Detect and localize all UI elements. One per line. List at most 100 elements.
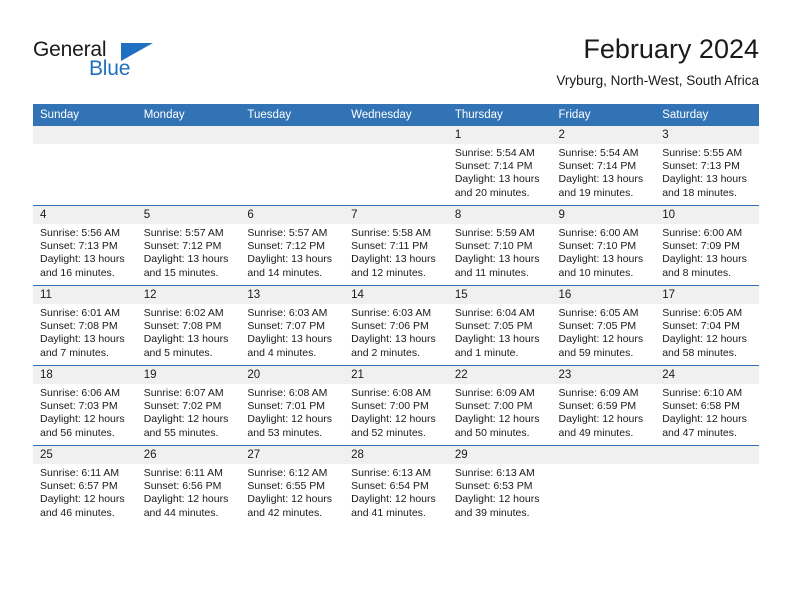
day-details: Sunrise: 5:56 AM Sunset: 7:13 PM Daylight:…: [33, 224, 137, 280]
daylight-duration-line1: Daylight: 12 hours: [558, 413, 644, 426]
day-cell-inner: [551, 446, 656, 525]
calendar-day-cell[interactable]: 9 Sunrise: 6:00 AM Sunset: 7:10 PM Daylight…: [551, 205, 656, 286]
sunset-time: Sunset: 7:01 PM: [247, 400, 326, 413]
calendar-day-cell[interactable]: 15 Sunrise: 6:04 AM Sunset: 7:05 PM Dayligh…: [447, 285, 552, 366]
calendar-day-cell[interactable]: 26 Sunrise: 6:11 AM Sunset: 6:56 PM Dayligh…: [136, 445, 241, 525]
general-blue-logo[interactable]: General Blue: [33, 38, 163, 84]
daylight-duration-line2: and 49 minutes.: [558, 426, 634, 439]
day-cell-inner: 6 Sunrise: 5:57 AM Sunset: 7:12 PM Daylight…: [240, 206, 345, 285]
page-title: February 2024: [583, 34, 759, 64]
calendar-day-cell[interactable]: 23 Sunrise: 6:09 AM Sunset: 6:59 PM Dayligh…: [551, 365, 656, 446]
calendar-day-cell[interactable]: 8 Sunrise: 5:59 AM Sunset: 7:10 PM Daylight…: [447, 205, 552, 286]
day-details: Sunrise: 5:59 AM Sunset: 7:10 PM Daylight:…: [448, 224, 552, 280]
page-header: General Blue February 2024 Vryburg, Nort…: [0, 0, 792, 100]
sunset-time: Sunset: 7:02 PM: [143, 400, 222, 413]
weekday-header-sunday: Sunday: [33, 104, 137, 126]
day-details: Sunrise: 6:11 AM Sunset: 6:56 PM Daylight:…: [137, 464, 241, 520]
calendar-day-cell[interactable]: 1 Sunrise: 5:54 AM Sunset: 7:14 PM Daylight…: [447, 126, 552, 206]
day-number: 4: [33, 206, 137, 224]
calendar-day-cell[interactable]: 3 Sunrise: 5:55 AM Sunset: 7:13 PM Daylight…: [655, 126, 759, 206]
sunrise-time: Sunrise: 5:59 AM: [454, 227, 535, 239]
calendar-day-cell[interactable]: 11 Sunrise: 6:01 AM Sunset: 7:08 PM Dayligh…: [33, 285, 137, 366]
calendar-day-cell[interactable]: 6 Sunrise: 5:57 AM Sunset: 7:12 PM Daylight…: [240, 205, 345, 286]
daylight-duration-line2: and 15 minutes.: [143, 266, 219, 279]
day-details: Sunrise: 6:05 AM Sunset: 7:04 PM Daylight:…: [655, 304, 759, 360]
daylight-duration-line2: and 10 minutes.: [558, 266, 634, 279]
day-number: 22: [447, 366, 552, 384]
calendar-grid: Sunday Monday Tuesday Wednesday Thursday…: [33, 104, 759, 525]
day-number: 21: [344, 366, 448, 384]
daylight-duration-line2: and 42 minutes.: [247, 506, 323, 519]
day-details: Sunrise: 6:04 AM Sunset: 7:05 PM Daylight:…: [448, 304, 552, 360]
day-number: 8: [447, 206, 552, 224]
calendar-day-cell[interactable]: 16 Sunrise: 6:05 AM Sunset: 7:05 PM Dayligh…: [551, 285, 656, 366]
day-number: 10: [655, 206, 759, 224]
calendar-day-cell[interactable]: 29 Sunrise: 6:13 AM Sunset: 6:53 PM Dayligh…: [447, 445, 552, 525]
daylight-duration-line2: and 19 minutes.: [558, 186, 634, 199]
calendar-day-cell[interactable]: 28 Sunrise: 6:13 AM Sunset: 6:54 PM Dayligh…: [344, 445, 448, 525]
calendar-day-cell[interactable]: 14 Sunrise: 6:03 AM Sunset: 7:06 PM Dayligh…: [344, 285, 448, 366]
daylight-duration-line1: Daylight: 13 hours: [143, 333, 229, 346]
daylight-duration-line1: Daylight: 12 hours: [143, 493, 229, 506]
sunset-time: Sunset: 7:00 PM: [454, 400, 533, 413]
calendar-day-cell[interactable]: 27 Sunrise: 6:12 AM Sunset: 6:55 PM Dayligh…: [240, 445, 345, 525]
day-details: Sunrise: 6:08 AM Sunset: 7:00 PM Daylight:…: [344, 384, 448, 440]
day-number: 7: [344, 206, 448, 224]
daylight-duration-line1: Daylight: 12 hours: [351, 413, 436, 426]
calendar-day-cell[interactable]: 4 Sunrise: 5:56 AM Sunset: 7:13 PM Daylight…: [33, 205, 137, 286]
day-cell-inner: 10 Sunrise: 6:00 AM Sunset: 7:09 PM Dayligh…: [655, 206, 759, 285]
day-cell-inner: [240, 126, 345, 205]
sunrise-time: Sunrise: 5:54 AM: [558, 147, 639, 159]
day-cell-inner: 18 Sunrise: 6:06 AM Sunset: 7:03 PM Dayligh…: [33, 366, 137, 445]
day-number: 20: [240, 366, 345, 384]
sunset-time: Sunset: 7:00 PM: [351, 400, 429, 413]
daylight-duration-line1: Daylight: 13 hours: [143, 253, 229, 266]
daylight-duration-line1: Daylight: 12 hours: [558, 333, 644, 346]
sunset-time: Sunset: 7:08 PM: [143, 320, 222, 333]
location-subtitle: Vryburg, North-West, South Africa: [556, 73, 759, 88]
calendar-day-cell[interactable]: 17 Sunrise: 6:05 AM Sunset: 7:04 PM Dayligh…: [655, 285, 759, 366]
day-details: Sunrise: 6:10 AM Sunset: 6:58 PM Daylight:…: [655, 384, 759, 440]
calendar-day-cell[interactable]: 21 Sunrise: 6:08 AM Sunset: 7:00 PM Dayligh…: [344, 365, 448, 446]
daylight-duration-line1: Daylight: 13 hours: [40, 333, 125, 346]
calendar-day-cell[interactable]: 24 Sunrise: 6:10 AM Sunset: 6:58 PM Dayligh…: [655, 365, 759, 446]
daylight-duration-line1: Daylight: 13 hours: [247, 253, 333, 266]
sunrise-time: Sunrise: 6:04 AM: [454, 307, 535, 319]
day-cell-inner: 15 Sunrise: 6:04 AM Sunset: 7:05 PM Dayligh…: [447, 286, 552, 365]
sunrise-time: Sunrise: 5:57 AM: [247, 227, 328, 239]
calendar-day-cell[interactable]: 12 Sunrise: 6:02 AM Sunset: 7:08 PM Dayligh…: [136, 285, 241, 366]
day-cell-inner: 22 Sunrise: 6:09 AM Sunset: 7:00 PM Dayligh…: [447, 366, 552, 445]
calendar-day-cell[interactable]: 7 Sunrise: 5:58 AM Sunset: 7:11 PM Daylight…: [344, 205, 448, 286]
calendar-day-cell[interactable]: 25 Sunrise: 6:11 AM Sunset: 6:57 PM Dayligh…: [33, 445, 137, 525]
day-details: Sunrise: 5:54 AM Sunset: 7:14 PM Daylight:…: [552, 144, 656, 200]
sunset-time: Sunset: 7:12 PM: [247, 240, 326, 253]
daylight-duration-line2: and 55 minutes.: [143, 426, 219, 439]
calendar-cell-empty: [344, 126, 448, 206]
calendar-day-cell[interactable]: 2 Sunrise: 5:54 AM Sunset: 7:14 PM Daylight…: [551, 126, 656, 206]
calendar-day-cell[interactable]: 22 Sunrise: 6:09 AM Sunset: 7:00 PM Dayligh…: [447, 365, 552, 446]
day-number: 25: [33, 446, 137, 464]
calendar-day-cell[interactable]: 13 Sunrise: 6:03 AM Sunset: 7:07 PM Dayligh…: [240, 285, 345, 366]
day-details: Sunrise: 6:12 AM Sunset: 6:55 PM Daylight:…: [240, 464, 344, 520]
calendar-day-cell[interactable]: 20 Sunrise: 6:08 AM Sunset: 7:01 PM Dayligh…: [240, 365, 345, 446]
daylight-duration-line1: Daylight: 12 hours: [247, 413, 333, 426]
calendar-day-cell[interactable]: 5 Sunrise: 5:57 AM Sunset: 7:12 PM Daylight…: [136, 205, 241, 286]
day-number: 9: [551, 206, 656, 224]
daylight-duration-line2: and 50 minutes.: [454, 426, 530, 439]
day-details: Sunrise: 6:01 AM Sunset: 7:08 PM Daylight:…: [33, 304, 137, 360]
calendar-day-cell[interactable]: 19 Sunrise: 6:07 AM Sunset: 7:02 PM Dayligh…: [136, 365, 241, 446]
calendar-day-cell[interactable]: 10 Sunrise: 6:00 AM Sunset: 7:09 PM Dayligh…: [655, 205, 759, 286]
daylight-duration-line1: Daylight: 13 hours: [454, 333, 540, 346]
sunrise-time: Sunrise: 6:05 AM: [662, 307, 743, 319]
calendar-day-cell[interactable]: 18 Sunrise: 6:06 AM Sunset: 7:03 PM Dayligh…: [33, 365, 137, 446]
daylight-duration-line1: Daylight: 12 hours: [454, 493, 540, 506]
daylight-duration-line1: Daylight: 13 hours: [454, 253, 540, 266]
daylight-duration-line2: and 46 minutes.: [40, 506, 115, 519]
calendar-body: 1 Sunrise: 5:54 AM Sunset: 7:14 PM Daylight…: [33, 126, 759, 525]
title-block: February 2024 Vryburg, North-West, South…: [556, 33, 759, 91]
daylight-duration-line2: and 7 minutes.: [40, 346, 109, 359]
day-cell-inner: [136, 126, 241, 205]
daylight-duration-line2: and 20 minutes.: [454, 186, 530, 199]
calendar-cell-empty: [655, 445, 759, 525]
sunset-time: Sunset: 7:08 PM: [40, 320, 118, 333]
